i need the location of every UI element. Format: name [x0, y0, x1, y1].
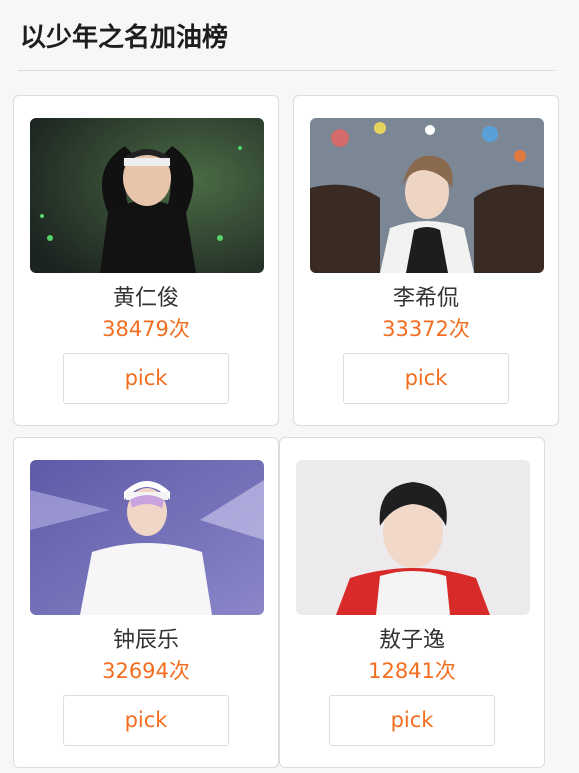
title-divider	[18, 70, 555, 71]
candidate-card: 黄仁俊 38479次 pick	[13, 95, 279, 426]
candidate-photo	[30, 118, 264, 273]
vote-count: 38479次	[102, 317, 190, 341]
candidate-photo	[296, 460, 530, 615]
candidate-name: 敖子逸	[378, 628, 445, 653]
vote-count: 33372次	[382, 317, 470, 341]
candidate-photo	[30, 460, 264, 615]
vote-count: 32694次	[102, 659, 190, 683]
pick-button[interactable]: pick	[343, 353, 509, 404]
page-title: 以少年之名加油榜	[20, 23, 229, 53]
candidate-card: 敖子逸 12841次 pick	[279, 437, 545, 768]
vote-count: 12841次	[368, 659, 456, 683]
candidate-photo	[310, 118, 544, 273]
candidate-card: 李希侃 33372次 pick	[293, 95, 559, 426]
pick-button[interactable]: pick	[63, 353, 229, 404]
pick-button[interactable]: pick	[329, 695, 495, 746]
candidate-card: 钟辰乐 32694次 pick	[13, 437, 279, 768]
pick-button[interactable]: pick	[63, 695, 229, 746]
candidate-name: 李希侃	[392, 286, 459, 311]
candidate-name: 钟辰乐	[112, 628, 179, 653]
candidate-name: 黄仁俊	[112, 286, 179, 311]
